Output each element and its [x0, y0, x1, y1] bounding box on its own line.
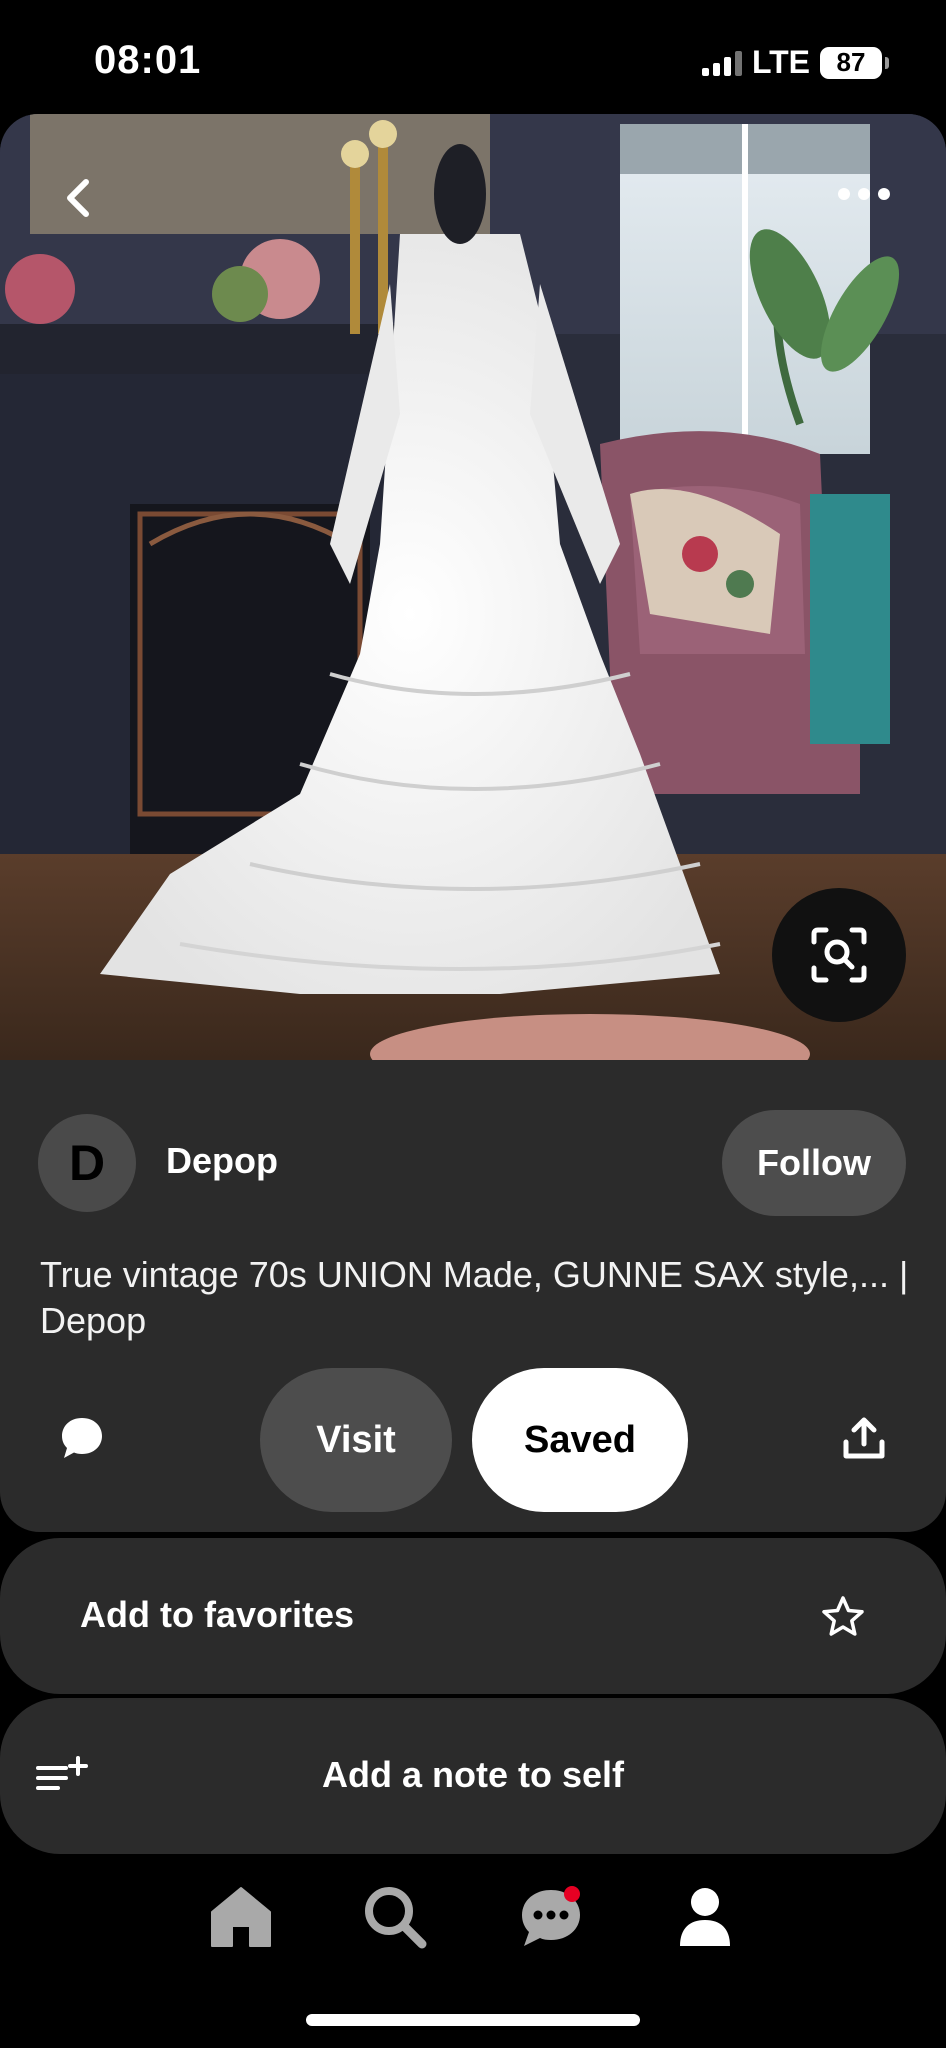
- home-indicator: [306, 2014, 640, 2026]
- visual-search-button[interactable]: [772, 888, 906, 1022]
- network-label: LTE: [751, 44, 810, 80]
- search-icon[interactable]: [360, 1882, 430, 1952]
- messages-tab[interactable]: [516, 1882, 586, 1952]
- pin-title: True vintage 70s UNION Made, GUNNE SAX s…: [40, 1254, 909, 1341]
- add-to-favorites-label: Add to favorites: [80, 1594, 355, 1635]
- profile-icon[interactable]: [670, 1882, 740, 1952]
- more-icon[interactable]: [836, 176, 892, 212]
- add-note-row[interactable]: Add a note to self: [0, 1698, 946, 1854]
- star-icon: [822, 1596, 864, 1636]
- back-icon[interactable]: [56, 174, 104, 222]
- share-icon[interactable]: [840, 1414, 888, 1462]
- signal-icon: [701, 50, 742, 76]
- creator-avatar[interactable]: D: [38, 1114, 136, 1212]
- creator-name[interactable]: Depop: [166, 1140, 278, 1182]
- visit-button[interactable]: Visit: [260, 1368, 452, 1512]
- pin-details-card: D Depop Follow True vintage 70s UNION Ma…: [0, 1060, 946, 1532]
- saved-button[interactable]: Saved: [472, 1368, 688, 1512]
- follow-button[interactable]: Follow: [722, 1110, 906, 1216]
- battery-icon: 87: [820, 46, 889, 79]
- add-to-favorites-row[interactable]: Add to favorites: [0, 1538, 946, 1694]
- pin-image[interactable]: [0, 114, 946, 1060]
- visual-search-icon: [811, 927, 867, 983]
- home-icon[interactable]: [206, 1882, 276, 1952]
- battery-level: 87: [836, 47, 866, 77]
- status-indicators: LTE 87: [701, 44, 889, 81]
- add-note-label: Add a note to self: [321, 1754, 624, 1795]
- status-bar: 08:01 LTE 87: [0, 0, 946, 114]
- creator-initial: D: [68, 1135, 106, 1191]
- status-time: 08:01: [94, 38, 202, 82]
- notification-dot: [564, 1886, 580, 1902]
- comment-icon[interactable]: [58, 1414, 106, 1462]
